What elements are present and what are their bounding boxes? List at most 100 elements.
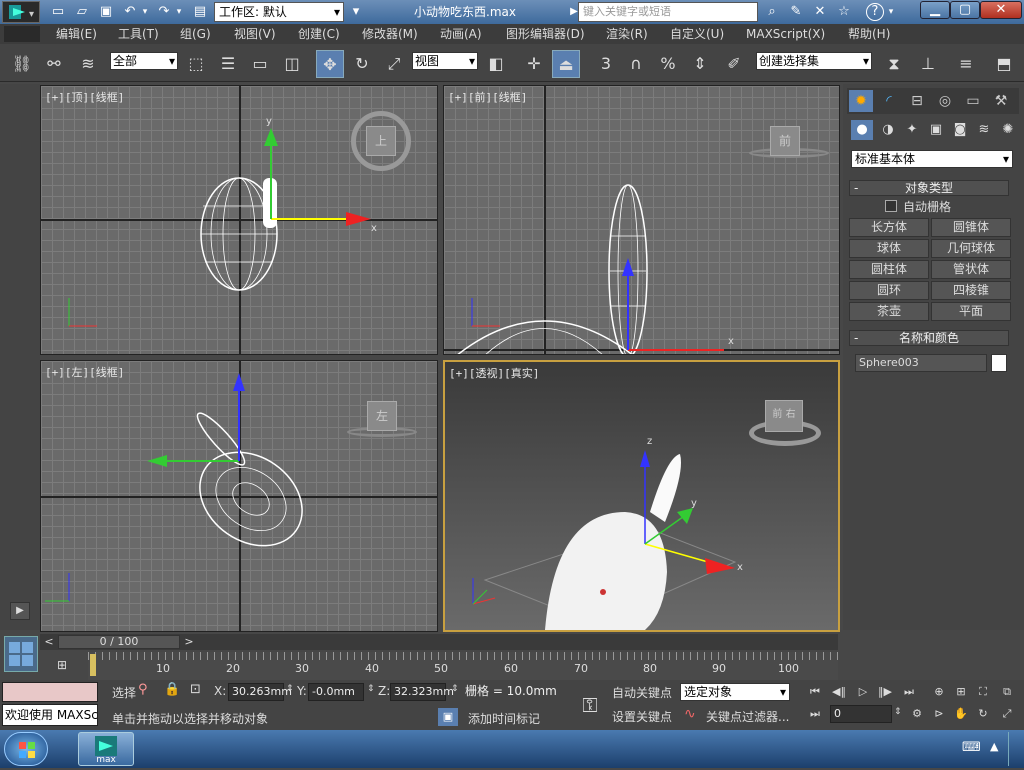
viewcube-perspective[interactable]: 前 右 bbox=[765, 400, 803, 432]
spinner-snap-icon[interactable]: ⇕ bbox=[686, 50, 714, 78]
keyboard-shortcut-override-icon[interactable]: ⏏ bbox=[552, 50, 580, 78]
geosphere-button[interactable]: 几何球体 bbox=[931, 239, 1011, 258]
y-coordinate-field[interactable]: -0.0mm bbox=[308, 683, 364, 701]
menu-maxscript[interactable]: MAXScript(X) bbox=[746, 26, 825, 42]
lock-selection-icon[interactable]: 🔒 bbox=[164, 682, 180, 700]
show-desktop-button[interactable] bbox=[1008, 732, 1022, 766]
maximize-viewport-icon[interactable]: ⤢ bbox=[998, 706, 1016, 722]
app-menu-button[interactable]: ▾ bbox=[2, 1, 40, 23]
next-frame-icon[interactable]: ‖▶ bbox=[876, 684, 894, 700]
utilities-tab-icon[interactable]: ⚒ bbox=[989, 90, 1013, 112]
go-to-start-icon[interactable]: ⏮ bbox=[806, 684, 824, 700]
undo-icon[interactable]: ↶ bbox=[120, 3, 140, 21]
search-input[interactable]: 键入关键字或短语 bbox=[578, 2, 758, 22]
menu-edit[interactable]: 编辑(E) bbox=[56, 26, 97, 42]
go-to-end-icon[interactable]: ⏭ bbox=[900, 684, 918, 700]
menu-customize[interactable]: 自定义(U) bbox=[670, 26, 724, 42]
z-spinner-icon[interactable]: ⇕ bbox=[451, 684, 459, 694]
window-crossing-icon[interactable]: ◫ bbox=[278, 50, 306, 78]
field-of-view-icon[interactable]: ⊳ bbox=[930, 706, 948, 722]
new-file-icon[interactable]: ▭ bbox=[48, 3, 68, 21]
reference-coordinate-dropdown[interactable]: 视图 ▾ bbox=[412, 52, 478, 70]
viewcube-top[interactable]: 上 bbox=[366, 126, 396, 156]
angle-snap-icon[interactable]: ∩ bbox=[622, 50, 650, 78]
keyboard-icon[interactable]: ⌨ bbox=[962, 740, 981, 755]
welcome-text[interactable]: 欢迎使用 MAXSc bbox=[2, 704, 98, 726]
set-key-button[interactable]: 设置关键点 bbox=[612, 708, 672, 725]
menu-create[interactable]: 创建(C) bbox=[298, 26, 340, 42]
select-object-icon[interactable]: ⬚ bbox=[182, 50, 210, 78]
teapot-button[interactable]: 茶壶 bbox=[849, 302, 929, 321]
maximize-button[interactable]: ▢ bbox=[950, 1, 980, 19]
key-filters-button[interactable]: 关键点过滤器... bbox=[706, 708, 789, 725]
percent-snap-icon[interactable]: % bbox=[654, 50, 682, 78]
previous-frame-icon[interactable]: ◀‖ bbox=[830, 684, 848, 700]
x-spinner-icon[interactable]: ⇕ bbox=[286, 684, 294, 694]
zoom-all-icon[interactable]: ⊞ bbox=[952, 684, 970, 700]
help-icon[interactable]: ? bbox=[866, 3, 884, 21]
save-file-icon[interactable]: ▣ bbox=[96, 3, 116, 21]
object-color-swatch[interactable] bbox=[991, 354, 1007, 372]
x-coordinate-field[interactable]: 30.263mm bbox=[228, 683, 292, 701]
create-tab-icon[interactable]: ✹ bbox=[849, 90, 873, 112]
undo-dropdown-icon[interactable]: ▾ bbox=[140, 3, 150, 21]
cameras-icon[interactable]: ▣ bbox=[925, 120, 947, 140]
graphite-tools-icon[interactable]: ⬒ bbox=[990, 50, 1018, 78]
plane-button[interactable]: 平面 bbox=[931, 302, 1011, 321]
object-type-rollout-header[interactable]: - 对象类型 bbox=[849, 180, 1009, 196]
menu-group[interactable]: 组(G) bbox=[180, 26, 211, 42]
hierarchy-tab-icon[interactable]: ⊟ bbox=[905, 90, 929, 112]
snaps-toggle-icon[interactable]: 3 bbox=[592, 50, 620, 78]
helpers-icon[interactable]: ◙ bbox=[949, 120, 971, 140]
workspace-dropdown[interactable]: 工作区: 默认 ▾ bbox=[214, 2, 344, 22]
menu-views[interactable]: 视图(V) bbox=[234, 26, 276, 42]
mini-curve-editor-icon[interactable]: ⊞ bbox=[52, 654, 72, 676]
box-button[interactable]: 长方体 bbox=[849, 218, 929, 237]
shapes-icon[interactable]: ◑ bbox=[877, 120, 899, 140]
time-slider-prev-icon[interactable]: < bbox=[42, 634, 56, 650]
time-slider-thumb[interactable]: 0 / 100 bbox=[58, 635, 180, 649]
viewcube-front[interactable]: 前 bbox=[770, 126, 800, 156]
pyramid-button[interactable]: 四棱锥 bbox=[931, 281, 1011, 300]
time-slider[interactable]: < 0 / 100 > bbox=[40, 634, 838, 650]
isolate-icon[interactable]: ⚲ bbox=[138, 682, 154, 700]
open-file-icon[interactable]: ▱ bbox=[72, 3, 92, 21]
menu-rendering[interactable]: 渲染(R) bbox=[606, 26, 648, 42]
unlink-icon[interactable]: ⚯ bbox=[40, 50, 68, 78]
auto-key-button[interactable]: 自动关键点 bbox=[612, 684, 672, 701]
key-mode-dropdown[interactable]: 选定对象 ▾ bbox=[680, 683, 790, 701]
key-filter-curve-icon[interactable]: ∿ bbox=[684, 706, 696, 722]
project-folder-icon[interactable]: ▤ bbox=[190, 3, 210, 21]
time-slider-next-icon[interactable]: > bbox=[182, 634, 196, 650]
zoom-extents-all-icon[interactable]: ⧉ bbox=[998, 684, 1016, 700]
select-and-scale-icon[interactable]: ⤢ bbox=[380, 50, 408, 78]
viewport-layout-icon[interactable] bbox=[4, 636, 38, 672]
select-and-rotate-icon[interactable]: ↻ bbox=[348, 50, 376, 78]
viewport-perspective[interactable]: [+][透视][真实] x y z 前 右 bbox=[443, 360, 840, 632]
frame-spinner-icon[interactable]: ⇕ bbox=[894, 707, 902, 717]
viewcube-left[interactable]: 左 bbox=[367, 401, 397, 431]
lights-icon[interactable]: ✦ bbox=[901, 120, 923, 140]
z-coordinate-field[interactable]: 32.323mm bbox=[390, 683, 454, 701]
absolute-mode-icon[interactable]: ⊡ bbox=[190, 682, 208, 700]
menu-tools[interactable]: 工具(T) bbox=[118, 26, 159, 42]
link-icon[interactable]: ⛓ bbox=[8, 50, 36, 78]
time-configuration-icon[interactable]: ⚙ bbox=[908, 706, 926, 722]
tube-button[interactable]: 管状体 bbox=[931, 260, 1011, 279]
bind-spacewarp-icon[interactable]: ≋ bbox=[74, 50, 102, 78]
cone-button[interactable]: 圆锥体 bbox=[931, 218, 1011, 237]
set-key-mode-icon[interactable]: ⚿ bbox=[572, 690, 608, 720]
play-icon[interactable]: ▷ bbox=[854, 684, 872, 700]
maxscript-listener-mini[interactable] bbox=[2, 682, 98, 702]
select-by-name-icon[interactable]: ☰ bbox=[214, 50, 242, 78]
layer-manager-icon[interactable]: ≡ bbox=[952, 50, 980, 78]
tray-expand-icon[interactable]: ▲ bbox=[990, 740, 998, 753]
pan-view-icon[interactable]: ✋ bbox=[952, 706, 970, 722]
binoculars-icon[interactable]: ⌕ bbox=[762, 3, 782, 21]
subscription-key-icon[interactable]: ✎ bbox=[786, 3, 806, 21]
geometry-icon[interactable]: ● bbox=[851, 120, 873, 140]
spacewarps-icon[interactable]: ≋ bbox=[973, 120, 995, 140]
viewport-left[interactable]: [+][左][线框] 左 bbox=[40, 360, 438, 632]
sphere-button[interactable]: 球体 bbox=[849, 239, 929, 258]
mirror-icon[interactable]: ⧗ bbox=[880, 50, 908, 78]
